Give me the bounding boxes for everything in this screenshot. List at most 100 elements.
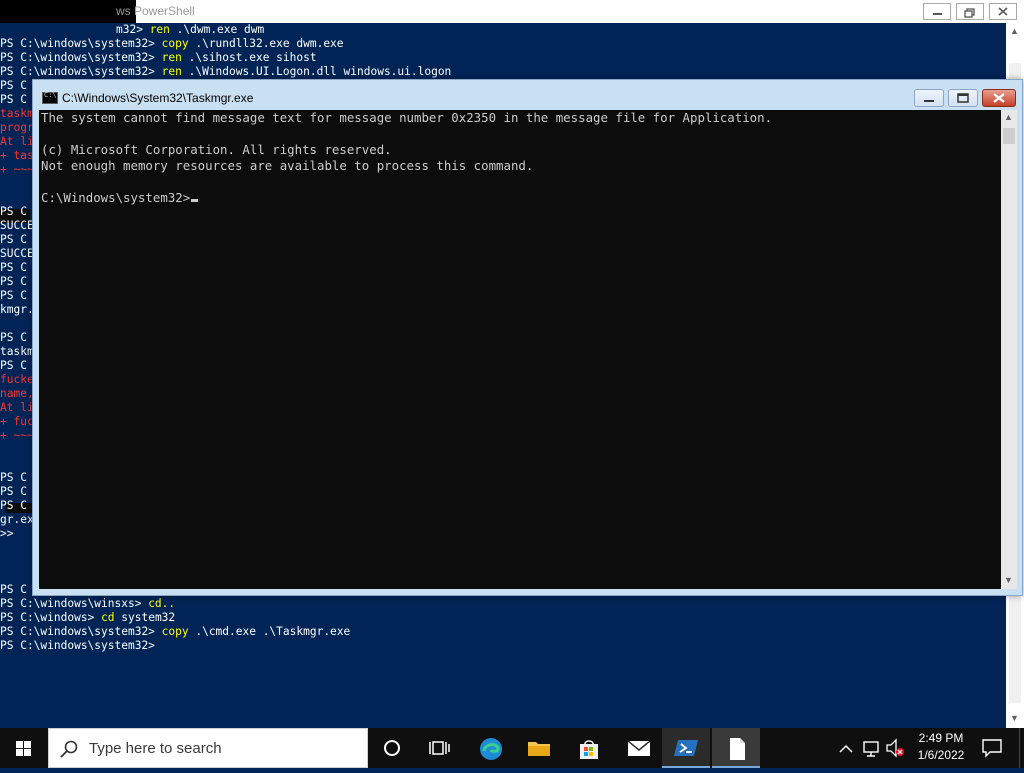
ps-command: ren	[161, 51, 182, 64]
cmd-minimize-button[interactable]	[914, 89, 944, 107]
ps-prompt: PS C:\windows\system32>	[0, 37, 162, 50]
notification-icon	[982, 739, 1002, 758]
ps-partial-line: SUCCE	[0, 219, 34, 232]
text-cursor	[191, 199, 199, 202]
ps-command: copy	[161, 625, 189, 638]
cmd-console[interactable]: The system cannot find message text for …	[39, 110, 1001, 589]
ps-args: .\sihost.exe sihost	[181, 51, 317, 64]
ps-command: copy	[161, 37, 189, 50]
ps-partial-line: + fuc	[0, 415, 34, 428]
volume-tray-button[interactable]	[884, 728, 906, 768]
restore-icon	[964, 8, 975, 18]
chevron-up-icon	[839, 744, 853, 753]
ps-partial-line: progr	[0, 121, 34, 134]
ps-partial-line: kmgr.	[0, 303, 34, 316]
cmd-icon-label: C:\	[44, 91, 57, 99]
cmd-icon: C:\	[42, 91, 58, 104]
ps-partial-line: + tas	[0, 149, 34, 162]
document-icon	[730, 738, 745, 760]
ps-args: .\rundll32.exe dwm.exe	[188, 37, 344, 50]
cmd-scrollbar[interactable]: ▲ ▼	[1001, 110, 1017, 589]
ps-command: ren	[149, 23, 170, 36]
close-icon	[998, 7, 1008, 16]
ps-args: .\Windows.UI.Logon.dll windows.ui.logon	[181, 65, 452, 78]
cmd-output-line: Not enough memory resources are availabl…	[41, 158, 534, 173]
ps-partial-line: gr.ex	[0, 513, 34, 526]
ps-prompt: PS C:\windows\system32>	[0, 51, 162, 64]
show-hidden-icons-button[interactable]	[836, 728, 856, 768]
ps-partial-line: PS C	[0, 205, 27, 218]
cmd-title: C:\Windows\System32\Taskmgr.exe	[62, 91, 254, 105]
ps-partial-line: SUCCE	[0, 247, 34, 260]
volume-muted-icon	[886, 738, 904, 758]
cmd-titlebar[interactable]: C:\ C:\Windows\System32\Taskmgr.exe	[33, 80, 1022, 110]
taskbar-clock[interactable]: 2:49 PM 1/6/2022	[906, 730, 976, 764]
ps-prompt: PS C:\windows\system32>	[0, 639, 162, 652]
cmd-scroll-thumb[interactable]	[1003, 128, 1015, 144]
scroll-down-arrow-icon[interactable]: ▼	[1010, 713, 1019, 723]
start-button[interactable]	[0, 728, 48, 768]
mail-button[interactable]	[614, 728, 662, 768]
ps-partial-line: + ~~~	[0, 429, 34, 442]
ps-line: PS C:\windows\system32> ren .\Windows.UI…	[0, 65, 451, 79]
cmd-prompt-line[interactable]: C:\Windows\system32>	[41, 190, 199, 206]
powershell-taskbar-button[interactable]	[662, 728, 710, 768]
scroll-up-arrow-icon[interactable]: ▲	[1004, 112, 1013, 122]
powershell-titlebar[interactable]: ws PowerShell	[0, 0, 1024, 23]
powershell-icon	[674, 740, 698, 756]
ps-partial-line: PS C	[0, 471, 27, 484]
powershell-title: ws PowerShell	[116, 4, 195, 18]
ps-partial-line: PS C	[0, 289, 27, 302]
cortana-button[interactable]	[368, 728, 416, 768]
ps-partial-line: PS C	[0, 93, 27, 106]
taskmgr-taskbar-button[interactable]	[712, 728, 760, 768]
ps-partial-line: At li	[0, 135, 34, 148]
ps-line: PS C:\windows\system32>	[0, 639, 162, 653]
ps-close-button[interactable]	[989, 3, 1017, 20]
ps-partial-line: name,	[0, 387, 34, 400]
store-button[interactable]	[564, 728, 612, 768]
show-desktop-button[interactable]	[1019, 728, 1024, 768]
ps-partial-line: >>	[0, 527, 14, 540]
ps-line: PS C:\windows\winsxs> cd..	[0, 597, 175, 611]
maximize-icon	[957, 93, 969, 103]
ps-args: system32	[114, 611, 176, 624]
scroll-down-arrow-icon[interactable]: ▼	[1004, 575, 1013, 585]
folder-icon	[528, 742, 550, 756]
ps-args: .\cmd.exe .\Taskmgr.exe	[188, 625, 351, 638]
file-explorer-button[interactable]	[514, 728, 562, 768]
taskbar-search-box[interactable]: Type here to search	[48, 728, 368, 768]
ps-partial-line: PS C	[0, 261, 27, 274]
cmd-maximize-button[interactable]	[948, 89, 978, 107]
ps-partial-line: PS C	[0, 79, 27, 92]
ps-line: PS C	[0, 583, 27, 597]
windows-logo-icon	[16, 741, 31, 756]
clock-time: 2:49 PM	[918, 731, 964, 745]
ps-restore-button[interactable]	[956, 3, 984, 20]
cmd-close-button[interactable]	[982, 89, 1016, 107]
ps-prompt: PS C:\windows\winsxs>	[0, 597, 149, 610]
network-icon	[863, 741, 879, 757]
task-view-icon	[429, 741, 450, 755]
ps-partial-line: PS C	[0, 331, 27, 344]
ps-partial-line: PS C	[0, 499, 27, 512]
ps-minimize-button[interactable]	[923, 3, 951, 20]
mail-icon	[627, 740, 651, 756]
action-center-button[interactable]	[980, 736, 1004, 765]
ps-prompt: PS C:\windows>	[0, 611, 102, 624]
ps-partial-line: fucke	[0, 373, 34, 386]
task-view-button[interactable]	[416, 728, 464, 768]
taskmgr-cmd-window[interactable]: C:\ C:\Windows\System32\Taskmgr.exe The …	[32, 79, 1023, 596]
ps-partial-line: PS C	[0, 359, 27, 372]
ps-line: PS C:\windows> cd system32	[0, 611, 175, 625]
edge-taskbar-button[interactable]	[466, 728, 514, 768]
ps-partial-line: PS C	[0, 233, 27, 246]
network-tray-button[interactable]	[860, 728, 882, 768]
scroll-up-arrow-icon[interactable]: ▲	[1010, 26, 1019, 36]
minimize-icon	[924, 100, 934, 102]
search-icon	[60, 740, 78, 758]
ps-line: PS C:\windows\system32> ren .\sihost.exe…	[0, 51, 317, 65]
ps-line: PS C:\windows\system32> copy .\rundll32.…	[0, 37, 344, 51]
ps-prompt: PS C:\windows\system32>	[0, 65, 162, 78]
cmd-prompt: C:\Windows\system32>	[41, 190, 191, 205]
